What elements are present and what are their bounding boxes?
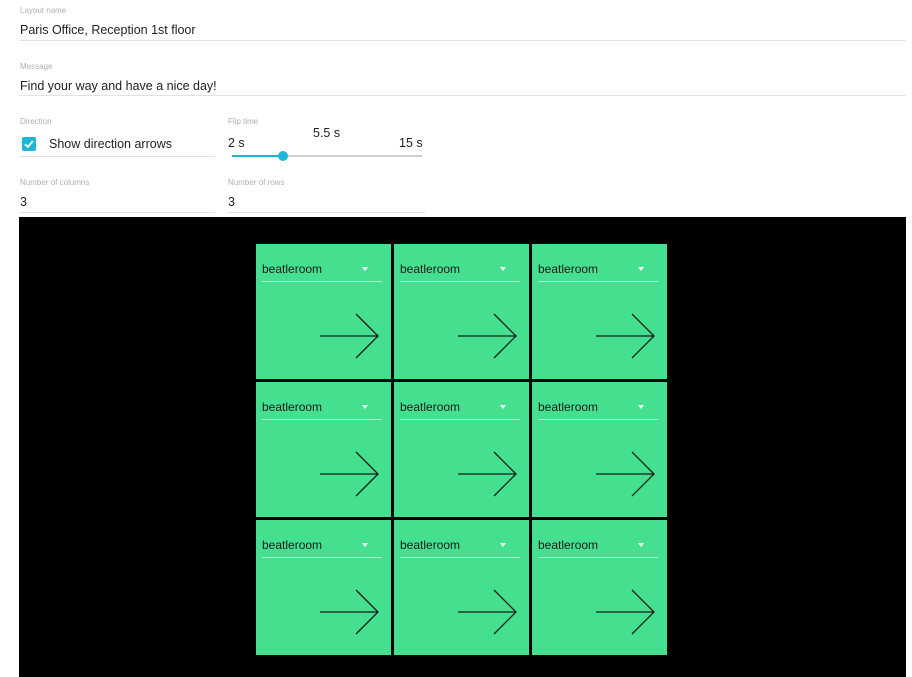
- arrow-right-icon: [458, 313, 517, 359]
- flip-time-slider-fill: [232, 155, 283, 157]
- room-select-value: beatleroom: [538, 400, 599, 414]
- room-select-value: beatleroom: [400, 538, 461, 552]
- room-select-value: beatleroom: [400, 262, 461, 276]
- tile: beatleroom: [532, 520, 667, 655]
- room-select-value: beatleroom: [538, 538, 599, 552]
- rows-input[interactable]: 3: [228, 195, 235, 209]
- room-select[interactable]: beatleroom: [400, 538, 520, 558]
- layout-name-label: Layout name: [20, 6, 67, 15]
- tile: beatleroom: [256, 520, 391, 655]
- room-select-value: beatleroom: [400, 400, 461, 414]
- caret-down-icon: [638, 267, 644, 271]
- tile: beatleroom: [394, 244, 529, 379]
- room-select[interactable]: beatleroom: [538, 538, 658, 558]
- caret-down-icon: [362, 267, 368, 271]
- room-select-value: beatleroom: [262, 262, 323, 276]
- tile: beatleroom: [532, 382, 667, 517]
- arrow-right-icon: [320, 589, 379, 635]
- layout-name-input[interactable]: Paris Office, Reception 1st floor: [20, 23, 196, 37]
- room-select[interactable]: beatleroom: [538, 400, 658, 420]
- layout-name-underline: [19, 40, 906, 41]
- rows-underline: [227, 212, 425, 213]
- tile: beatleroom: [256, 382, 391, 517]
- caret-down-icon: [500, 405, 506, 409]
- layout-preview: beatleroom beatleroom beatleroom beatler…: [19, 217, 906, 677]
- direction-label: Direction: [20, 117, 52, 126]
- tile: beatleroom: [532, 244, 667, 379]
- flip-time-min: 2 s: [228, 136, 245, 150]
- flip-time-current: 5.5 s: [313, 126, 341, 140]
- room-select[interactable]: beatleroom: [262, 400, 382, 420]
- room-select[interactable]: beatleroom: [400, 262, 520, 282]
- caret-down-icon: [638, 543, 644, 547]
- direction-underline: [19, 156, 215, 157]
- arrow-right-icon: [458, 451, 517, 497]
- room-select[interactable]: beatleroom: [400, 400, 520, 420]
- rows-label: Number of rows: [228, 178, 285, 187]
- room-select[interactable]: beatleroom: [262, 262, 382, 282]
- show-arrows-checkbox[interactable]: [22, 137, 36, 151]
- room-select-value: beatleroom: [538, 262, 599, 276]
- caret-down-icon: [362, 543, 368, 547]
- message-input[interactable]: Find your way and have a nice day!: [20, 79, 217, 93]
- room-select[interactable]: beatleroom: [262, 538, 382, 558]
- flip-time-slider-thumb[interactable]: [278, 151, 288, 161]
- arrow-right-icon: [596, 451, 655, 497]
- flip-time-max: 15 s: [399, 136, 423, 150]
- arrow-right-icon: [320, 313, 379, 359]
- room-select-value: beatleroom: [262, 400, 323, 414]
- caret-down-icon: [362, 405, 368, 409]
- room-select[interactable]: beatleroom: [538, 262, 658, 282]
- columns-underline: [19, 212, 215, 213]
- caret-down-icon: [500, 543, 506, 547]
- show-arrows-label: Show direction arrows: [49, 137, 172, 151]
- checkmark-icon: [24, 140, 34, 149]
- message-underline: [19, 95, 906, 96]
- tile: beatleroom: [394, 520, 529, 655]
- arrow-right-icon: [596, 589, 655, 635]
- flip-time-label: Flip time: [228, 117, 259, 126]
- columns-input[interactable]: 3: [20, 195, 27, 209]
- caret-down-icon: [500, 267, 506, 271]
- caret-down-icon: [638, 405, 644, 409]
- arrow-right-icon: [458, 589, 517, 635]
- arrow-right-icon: [596, 313, 655, 359]
- message-label: Message: [20, 62, 53, 71]
- room-select-value: beatleroom: [262, 538, 323, 552]
- columns-label: Number of columns: [20, 178, 90, 187]
- tile: beatleroom: [394, 382, 529, 517]
- arrow-right-icon: [320, 451, 379, 497]
- tile: beatleroom: [256, 244, 391, 379]
- tile-grid: beatleroom beatleroom beatleroom beatler…: [256, 244, 667, 655]
